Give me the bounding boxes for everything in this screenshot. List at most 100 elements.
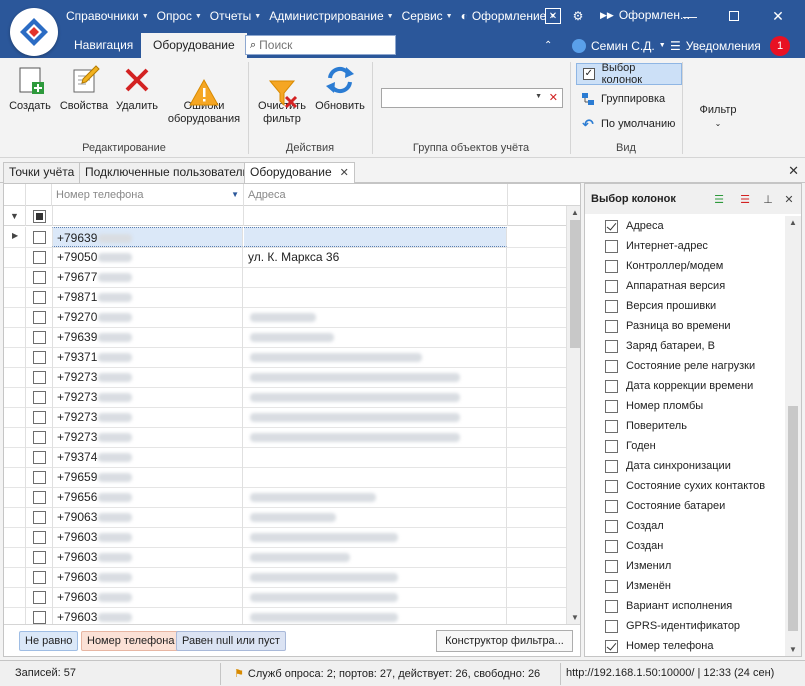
row-checkbox[interactable] [33, 611, 46, 624]
row-checkbox[interactable] [33, 311, 46, 324]
column-option[interactable]: Состояние реле нагрузки [605, 356, 755, 376]
phone-cell[interactable]: +79656 [52, 487, 243, 507]
row-checkbox[interactable] [33, 371, 46, 384]
table-row[interactable]: +79273 [4, 427, 566, 448]
column-checkbox[interactable] [605, 539, 618, 553]
row-checkbox[interactable] [33, 551, 46, 564]
close-panel-icon[interactable]: ✕ [781, 191, 797, 207]
table-row[interactable]: +79603 [4, 527, 566, 548]
collapse-ribbon-button[interactable]: ⌃ [544, 33, 552, 58]
address-cell[interactable] [244, 307, 507, 327]
address-cell[interactable] [244, 447, 507, 467]
address-cell[interactable] [244, 467, 507, 487]
phone-cell[interactable]: +79603 [52, 547, 243, 567]
filter-chip[interactable]: Номер телефона [81, 631, 181, 651]
column-checkbox[interactable] [605, 519, 618, 533]
table-row[interactable]: +79273 [4, 387, 566, 408]
row-checkbox[interactable] [33, 591, 46, 604]
address-cell[interactable] [244, 427, 507, 447]
address-cell[interactable] [244, 347, 507, 367]
address-cell[interactable] [244, 567, 507, 587]
maximize-button[interactable] [712, 0, 756, 32]
menu-item-2[interactable]: Отчеты ▼ [206, 9, 265, 23]
row-checkbox[interactable] [33, 231, 46, 244]
search-input[interactable] [259, 38, 380, 52]
column-checkbox[interactable] [605, 619, 618, 633]
grid-close-icon[interactable]: ✕ [545, 8, 561, 24]
properties-button[interactable]: Свойства [58, 64, 110, 113]
phone-cell[interactable]: +79273 [52, 367, 243, 387]
address-cell[interactable] [244, 507, 507, 527]
column-option[interactable]: Адреса [605, 216, 664, 236]
delete-button[interactable]: Удалить [114, 64, 160, 113]
close-button[interactable]: ✕ [756, 0, 800, 32]
scroll-up-icon[interactable]: ▲ [571, 208, 579, 217]
column-checkbox[interactable] [605, 259, 618, 273]
menu-item-0[interactable]: Справочники ▼ [62, 9, 153, 23]
phone-cell[interactable]: +79603 [52, 527, 243, 547]
address-cell[interactable] [244, 527, 507, 547]
row-checkbox[interactable] [33, 431, 46, 444]
minimize-button[interactable]: — [668, 0, 712, 32]
address-cell[interactable] [244, 227, 507, 247]
filter-icon[interactable]: ▼ [231, 184, 239, 206]
tab-connected-users[interactable]: Подключенные пользователи [79, 162, 256, 183]
grouping-button[interactable]: Группировка [576, 88, 669, 110]
column-option[interactable]: Создал [605, 516, 664, 536]
address-cell[interactable] [244, 407, 507, 427]
phone-cell[interactable]: +79639 [52, 327, 243, 347]
menu-item-3[interactable]: Администрирование ▼ [265, 9, 397, 23]
row-checkbox[interactable] [33, 571, 46, 584]
chooser-scroll-thumb[interactable] [788, 406, 798, 631]
column-option[interactable]: Изменил [605, 556, 671, 576]
phone-cell[interactable]: +79270 [52, 307, 243, 327]
scroll-down-icon[interactable]: ▼ [789, 645, 797, 654]
column-option[interactable]: Создан [605, 536, 663, 556]
row-checkbox[interactable] [33, 511, 46, 524]
column-header-phone[interactable]: Номер телефона ▼ [52, 184, 244, 206]
phone-cell[interactable]: +79871 [52, 287, 243, 307]
clear-filter-button[interactable]: Очистить фильтр [254, 64, 310, 126]
phone-cell[interactable]: +79603 [52, 587, 243, 607]
equipment-errors-button[interactable]: Ошибки оборудования [165, 64, 243, 126]
column-checkbox[interactable] [605, 219, 618, 233]
table-row[interactable]: +79871 [4, 287, 566, 308]
column-option[interactable]: Дата синхронизации [605, 456, 731, 476]
address-cell[interactable] [244, 547, 507, 567]
filter-dropdown-button[interactable]: Фильтр ⌄ [690, 104, 746, 130]
phone-cell[interactable]: +79659 [52, 467, 243, 487]
column-option[interactable]: Изменён [605, 576, 671, 596]
column-option[interactable]: Разница во времени [605, 316, 731, 336]
address-cell[interactable] [244, 327, 507, 347]
column-option[interactable]: Интернет-адрес [605, 236, 708, 256]
column-option[interactable]: Номер телефона [605, 636, 713, 656]
tab-equipment[interactable]: Оборудование [141, 33, 247, 58]
address-cell[interactable] [244, 287, 507, 307]
column-option[interactable]: Состояние сухих контактов [605, 476, 765, 496]
chooser-scrollbar[interactable]: ▲ ▼ [785, 216, 801, 656]
table-row[interactable]: +79270 [4, 307, 566, 328]
scroll-thumb[interactable] [570, 220, 580, 348]
object-group-combo[interactable]: ▼ ✕ [381, 88, 563, 108]
row-checkbox[interactable] [33, 391, 46, 404]
table-row[interactable]: +79603 [4, 587, 566, 608]
user-menu[interactable]: Семин С.Д. ▼ [572, 33, 666, 58]
notifications-button[interactable]: ☰ Уведомления [670, 33, 761, 58]
clear-icon[interactable]: ✕ [549, 91, 558, 104]
table-row[interactable]: ▶ +79639 [4, 227, 566, 248]
row-checkbox[interactable] [33, 411, 46, 424]
column-option[interactable]: GPRS-идентификатор [605, 616, 740, 636]
column-option[interactable]: Поверитель [605, 416, 687, 436]
phone-cell[interactable]: +79273 [52, 407, 243, 427]
address-cell[interactable] [244, 387, 507, 407]
column-option[interactable]: Состояние батареи [605, 496, 725, 516]
table-row[interactable]: +79063 [4, 507, 566, 528]
table-row[interactable]: +79603 [4, 547, 566, 568]
remove-column-icon[interactable]: ☰ [737, 191, 753, 207]
phone-cell[interactable]: +79374 [52, 447, 243, 467]
select-all-checkbox[interactable] [33, 210, 46, 223]
column-header-address[interactable]: Адреса [244, 184, 508, 206]
address-cell[interactable]: ул. К. Маркса 36 [244, 247, 507, 267]
row-checkbox[interactable] [33, 251, 46, 264]
row-checkbox[interactable] [33, 291, 46, 304]
